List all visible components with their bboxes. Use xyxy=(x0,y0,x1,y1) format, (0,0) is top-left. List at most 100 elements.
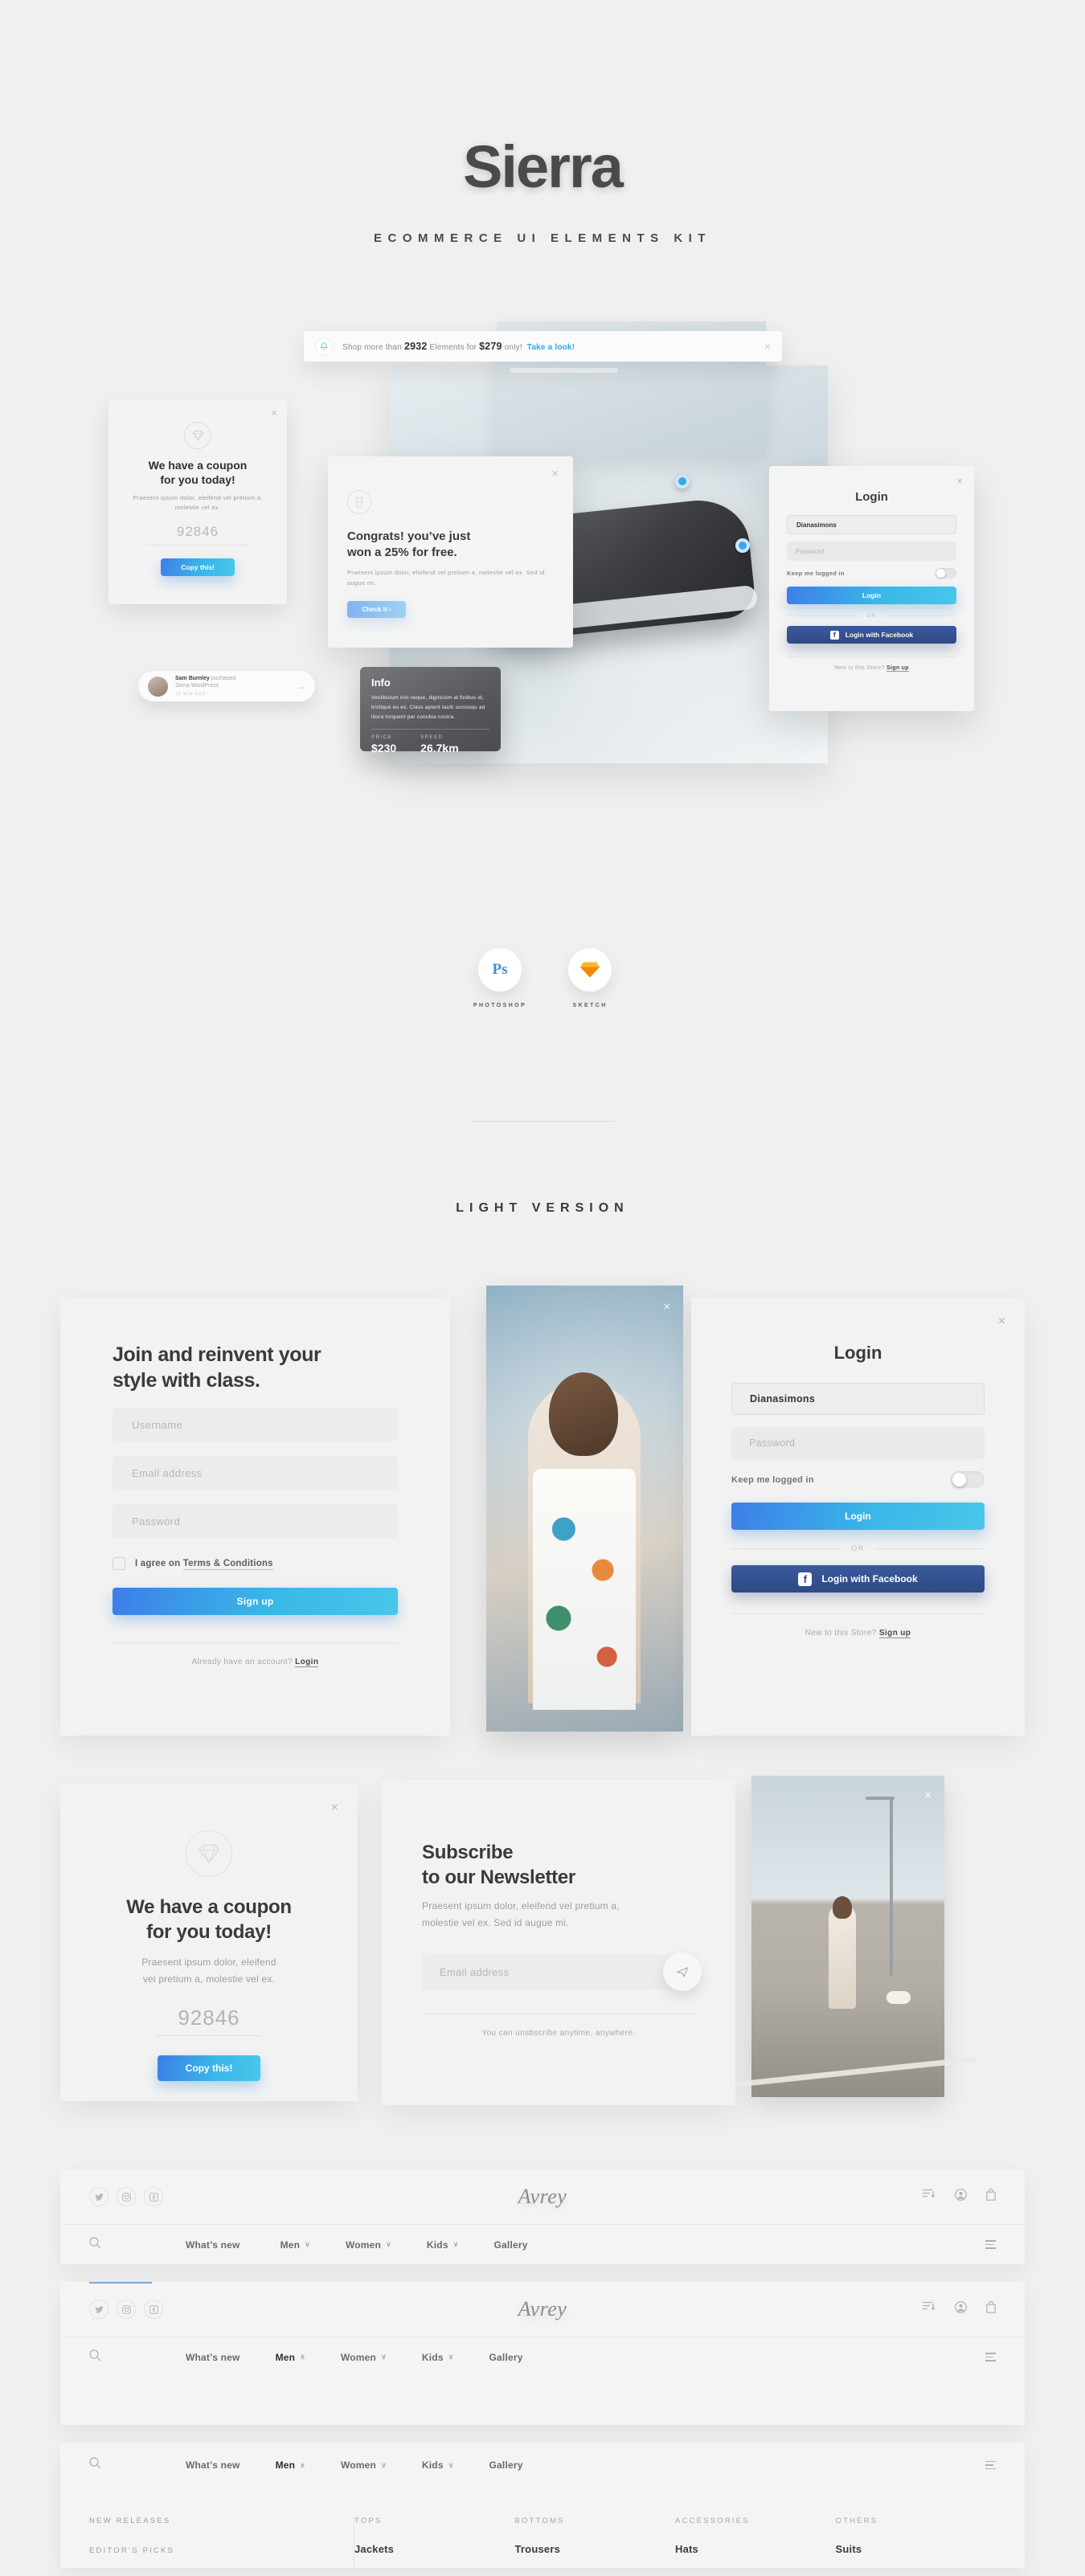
nav-item-kids[interactable]: Kids ∨ xyxy=(422,2352,454,2363)
signup-button[interactable]: Sign up xyxy=(113,1588,398,1615)
format-badges: Ps PHOTOSHOP SKETCH xyxy=(0,948,1085,1008)
check-it-button[interactable]: Check it › xyxy=(347,601,406,619)
mega-column-link[interactable]: Suits xyxy=(836,2543,997,2555)
hamburger-icon[interactable] xyxy=(985,2240,996,2249)
password-input[interactable]: Password xyxy=(787,542,956,561)
mega-side-link-editors-picks[interactable]: EDITOR’S PICKS xyxy=(89,2546,354,2555)
format-photoshop[interactable]: Ps PHOTOSHOP xyxy=(473,948,526,1008)
nav-item-men[interactable]: Men ∧ xyxy=(276,2459,305,2471)
nav-item-gallery[interactable]: Gallery xyxy=(489,2459,523,2471)
signup-link[interactable]: Sign up xyxy=(886,665,909,672)
filter-icon[interactable] xyxy=(923,2301,936,2317)
arrow-right-icon[interactable]: → xyxy=(296,681,305,692)
nav-item-kids[interactable]: Kids ∨ xyxy=(422,2459,454,2471)
username-input[interactable]: Dianasimons xyxy=(787,515,956,534)
format-label: PHOTOSHOP xyxy=(473,1003,527,1008)
nav-item-label: Men xyxy=(275,2459,296,2471)
nav-item-men[interactable]: Men ∨ xyxy=(280,2239,310,2251)
hotspot-dot[interactable] xyxy=(675,474,690,489)
nav-item-women[interactable]: Women ∨ xyxy=(346,2239,391,2251)
mega-column-link[interactable]: Jackets xyxy=(354,2543,515,2555)
nav-item-label: Kids xyxy=(421,2351,444,2363)
brand-logo[interactable]: Avrey xyxy=(60,2297,1025,2321)
terms-checkbox-row[interactable]: I agree on Terms & Conditions xyxy=(113,1557,398,1570)
nav-item-women[interactable]: Women ∨ xyxy=(341,2352,387,2363)
newsletter-email-input[interactable]: Email address xyxy=(422,1952,702,1992)
close-icon[interactable]: × xyxy=(956,476,963,486)
nav-item-whats-new[interactable]: What’s new xyxy=(186,2459,240,2471)
close-icon[interactable]: × xyxy=(924,1789,931,1802)
search-icon[interactable] xyxy=(89,2349,101,2365)
email-input[interactable]: Email address xyxy=(113,1456,398,1490)
login-small-footer: New to this Store? Sign up xyxy=(787,656,956,672)
login-footer: New to this Store? Sign up xyxy=(731,1613,985,1638)
chevron-down-icon: ∨ xyxy=(452,2240,459,2248)
nav-item-gallery[interactable]: Gallery xyxy=(494,2239,528,2251)
promo-link[interactable]: Take a look! xyxy=(527,343,575,352)
nav-item-label: What’s new xyxy=(186,2459,240,2471)
promo-banner[interactable]: Shop more than 2932 Elements for $279 on… xyxy=(304,331,782,362)
avatar xyxy=(148,676,168,697)
format-sketch[interactable]: SKETCH xyxy=(568,948,612,1008)
chevron-up-icon: ∧ xyxy=(300,2353,305,2361)
mega-column-link[interactable]: Hats xyxy=(675,2543,836,2555)
stat-speed: SPEED 26.7km xyxy=(420,735,458,754)
copy-coupon-button[interactable]: Copy this! xyxy=(158,2055,260,2082)
terms-checkbox[interactable] xyxy=(113,1557,125,1570)
divider xyxy=(145,545,250,546)
promo-text-mid: Elements for xyxy=(429,343,477,352)
mega-column-link[interactable]: Trousers xyxy=(515,2543,676,2555)
keep-logged-in-toggle[interactable] xyxy=(936,568,956,579)
nav-item-men[interactable]: Men ∧ xyxy=(276,2352,305,2363)
hotspot-dot[interactable] xyxy=(735,538,750,553)
close-icon[interactable]: × xyxy=(331,1801,338,1814)
send-icon[interactable] xyxy=(663,1952,702,1992)
keep-logged-in-toggle[interactable] xyxy=(951,1471,985,1488)
facebook-login-button[interactable]: f Login with Facebook xyxy=(787,626,956,644)
nav-item-whats-new[interactable]: What’s new xyxy=(186,2239,245,2251)
password-input[interactable]: Password xyxy=(113,1504,398,1538)
search-icon[interactable] xyxy=(89,2236,101,2253)
username-input[interactable]: Dianasimons xyxy=(731,1383,985,1415)
login-button[interactable]: Login xyxy=(731,1503,985,1530)
nav-item-kids[interactable]: Kids ∨ xyxy=(427,2239,459,2251)
light-version-row-1: Join and reinvent your style with class.… xyxy=(60,1286,1025,1736)
login-button[interactable]: Login xyxy=(787,587,956,604)
search-icon[interactable] xyxy=(89,2457,101,2473)
facebook-login-button[interactable]: f Login with Facebook xyxy=(731,1565,985,1593)
brand-logo[interactable]: Avrey xyxy=(60,2185,1025,2209)
password-input[interactable]: Password xyxy=(731,1427,985,1459)
login-small-title: Login xyxy=(855,490,888,504)
promo-price: $279 xyxy=(479,341,502,352)
account-icon[interactable] xyxy=(955,2301,967,2317)
nav-item-whats-new[interactable]: What’s new xyxy=(186,2352,240,2363)
filter-icon[interactable] xyxy=(923,2189,936,2205)
close-icon[interactable]: × xyxy=(998,1315,1005,1328)
nav-item-women[interactable]: Women ∨ xyxy=(341,2459,387,2471)
model-figure xyxy=(829,1904,856,2009)
toast-product: Siena WordPress xyxy=(175,682,219,689)
close-icon[interactable]: × xyxy=(764,340,771,353)
copy-coupon-button[interactable]: Copy this! xyxy=(161,558,235,576)
close-icon[interactable]: × xyxy=(663,1300,670,1314)
divider xyxy=(157,2035,261,2037)
terms-prefix: I agree on xyxy=(135,1559,181,1568)
chevron-down-icon: ∨ xyxy=(448,2353,454,2361)
page-title: Sierra xyxy=(463,133,624,200)
mega-column-head: ACCESSORIES xyxy=(675,2517,750,2525)
login-link[interactable]: Login xyxy=(295,1658,319,1667)
bag-icon[interactable] xyxy=(986,2188,996,2205)
hamburger-icon[interactable] xyxy=(985,2353,996,2361)
mega-side-link-new-releases[interactable]: NEW RELEASES xyxy=(89,2517,354,2525)
bag-icon[interactable] xyxy=(986,2300,996,2317)
nav-item-gallery[interactable]: Gallery xyxy=(489,2352,523,2363)
signup-footer: Already have an account? Login xyxy=(113,1642,398,1667)
username-input[interactable]: Username xyxy=(113,1408,398,1441)
purchase-toast[interactable]: Sam Burnley puchased Siena WordPress 35 … xyxy=(138,671,315,701)
close-icon[interactable]: × xyxy=(551,468,559,480)
signup-link[interactable]: Sign up xyxy=(878,1629,911,1638)
hamburger-icon[interactable] xyxy=(985,2460,996,2470)
terms-link[interactable]: Terms & Conditions xyxy=(182,1559,273,1570)
close-icon[interactable]: × xyxy=(271,407,277,418)
account-icon[interactable] xyxy=(955,2189,967,2205)
